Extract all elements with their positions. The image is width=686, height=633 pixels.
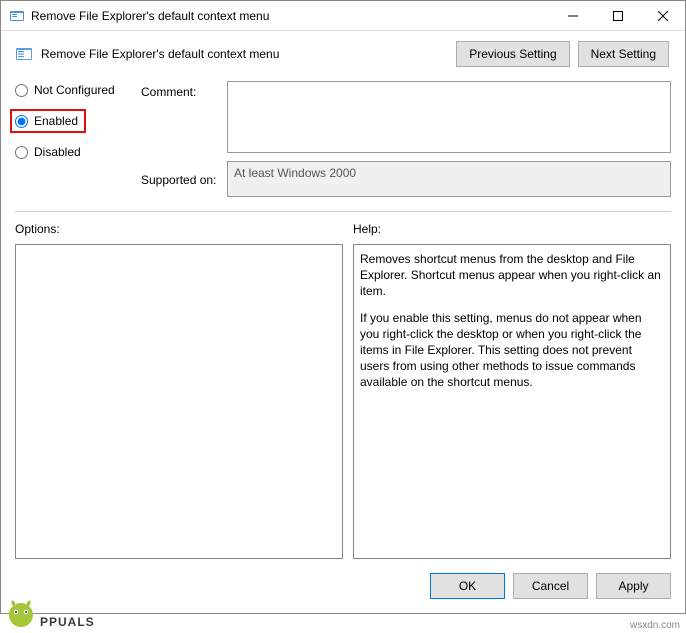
mascot-icon: [4, 595, 38, 629]
brand-text: PPUALS: [40, 615, 95, 629]
watermark: wsxdn.com: [630, 620, 680, 631]
window-title: Remove File Explorer's default context m…: [31, 9, 550, 23]
policy-icon: [15, 45, 33, 63]
policy-title: Remove File Explorer's default context m…: [41, 47, 279, 61]
minimize-button[interactable]: [550, 1, 595, 30]
radio-enabled[interactable]: Enabled: [10, 109, 86, 133]
radio-enabled-label: Enabled: [34, 114, 78, 128]
divider: [15, 211, 671, 212]
ok-button[interactable]: OK: [430, 573, 505, 599]
policy-editor-window: Remove File Explorer's default context m…: [0, 0, 686, 614]
comment-textarea[interactable]: [227, 81, 671, 153]
help-paragraph-1: Removes shortcut menus from the desktop …: [360, 251, 664, 300]
dialog-buttons: OK Cancel Apply: [15, 567, 671, 599]
help-paragraph-2: If you enable this setting, menus do not…: [360, 310, 664, 391]
field-labels: Comment: Supported on:: [141, 81, 221, 197]
options-label: Options:: [15, 222, 343, 236]
header-row: Remove File Explorer's default context m…: [15, 41, 671, 67]
help-label: Help:: [353, 222, 671, 236]
radio-not-configured-input[interactable]: [15, 84, 28, 97]
field-inputs: At least Windows 2000: [227, 81, 671, 197]
radio-disabled[interactable]: Disabled: [15, 145, 135, 159]
next-setting-button[interactable]: Next Setting: [578, 41, 669, 67]
app-icon: [9, 8, 25, 24]
radio-not-configured[interactable]: Not Configured: [15, 83, 135, 97]
close-button[interactable]: [640, 1, 685, 30]
titlebar: Remove File Explorer's default context m…: [1, 1, 685, 31]
section-labels: Options: Help:: [15, 222, 671, 236]
supported-on-label: Supported on:: [141, 171, 221, 187]
options-pane: [15, 244, 343, 559]
content-area: Remove File Explorer's default context m…: [1, 31, 685, 613]
apply-button[interactable]: Apply: [596, 573, 671, 599]
supported-on-box: At least Windows 2000: [227, 161, 671, 197]
radio-disabled-label: Disabled: [34, 145, 81, 159]
brand-overlay: PPUALS: [4, 595, 95, 629]
nav-buttons: Previous Setting Next Setting: [456, 41, 669, 67]
panes: Removes shortcut menus from the desktop …: [15, 244, 671, 559]
comment-label: Comment:: [141, 83, 221, 99]
radio-enabled-input[interactable]: [15, 115, 28, 128]
radio-disabled-input[interactable]: [15, 146, 28, 159]
help-pane[interactable]: Removes shortcut menus from the desktop …: [353, 244, 671, 559]
settings-grid: Not Configured Enabled Disabled Comment:…: [15, 81, 671, 197]
cancel-button[interactable]: Cancel: [513, 573, 588, 599]
supported-on-value: At least Windows 2000: [234, 166, 356, 180]
previous-setting-button[interactable]: Previous Setting: [456, 41, 569, 67]
maximize-button[interactable]: [595, 1, 640, 30]
state-radios: Not Configured Enabled Disabled: [15, 81, 135, 197]
radio-not-configured-label: Not Configured: [34, 83, 115, 97]
